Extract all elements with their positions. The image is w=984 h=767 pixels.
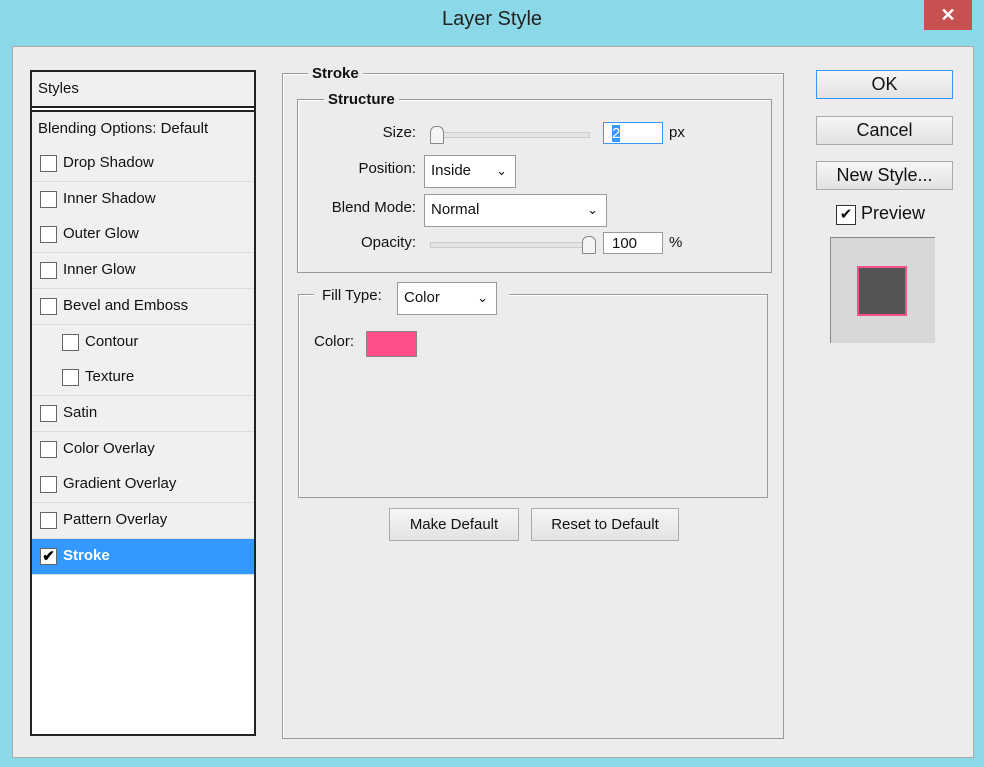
fill-type-label: Fill Type: (322, 287, 382, 304)
checkbox[interactable] (40, 226, 57, 244)
styles-header[interactable]: Styles (32, 72, 254, 108)
style-item-label: Pattern Overlay (63, 511, 168, 528)
style-item-label: Contour (85, 332, 139, 350)
style-item-texture[interactable]: Texture (32, 360, 254, 397)
style-item-label: Texture (85, 368, 135, 386)
style-item-satin[interactable]: Satin (32, 395, 254, 432)
color-label: Color: (314, 333, 355, 350)
blend-mode-value: Normal (431, 201, 480, 218)
styles-list: Styles Blending Options: Default Drop Sh… (30, 70, 256, 736)
size-unit: px (669, 124, 685, 141)
checkbox[interactable] (40, 190, 57, 208)
style-item-inner-shadow[interactable]: Inner Shadow (32, 181, 254, 218)
size-input[interactable]: 2 (603, 122, 663, 144)
blending-options[interactable]: Blending Options: Default (32, 110, 254, 148)
fill-type-select[interactable]: Color ⌄ (397, 282, 497, 315)
style-item-label: Bevel and Emboss (63, 296, 189, 314)
checkbox[interactable] (40, 512, 57, 529)
opacity-slider[interactable] (430, 242, 590, 248)
style-item-label: Outer Glow (63, 225, 139, 243)
color-swatch[interactable] (366, 331, 417, 357)
style-item-label: Inner Shadow (63, 189, 156, 207)
close-button[interactable]: ✕ (924, 0, 972, 30)
style-item-label: Drop Shadow (63, 154, 154, 171)
style-item-inner-glow[interactable]: Inner Glow (32, 253, 254, 290)
checkbox[interactable] (40, 404, 57, 422)
position-value: Inside (431, 162, 472, 179)
preview-square (857, 266, 907, 316)
style-item-label: Satin (63, 403, 98, 421)
position-label: Position: (358, 160, 416, 177)
opacity-unit: % (669, 234, 683, 251)
opacity-label: Opacity: (360, 234, 416, 251)
checkbox[interactable] (40, 297, 57, 315)
fill-type-value: Color (404, 289, 440, 306)
checkbox[interactable] (40, 440, 57, 458)
checkbox[interactable] (40, 262, 57, 280)
style-item-label: Gradient Overlay (63, 475, 177, 493)
cancel-button[interactable]: Cancel (816, 116, 953, 145)
blend-mode-label: Blend Mode: (331, 199, 416, 216)
size-slider-thumb[interactable] (430, 126, 444, 144)
chevron-down-icon: ⌄ (587, 202, 598, 217)
checkbox[interactable] (40, 155, 57, 172)
opacity-input[interactable]: 100 (603, 232, 663, 254)
new-style-button[interactable]: New Style... (816, 161, 953, 190)
style-item-label: Stroke (63, 546, 110, 564)
style-item-label: Inner Glow (63, 261, 136, 279)
blend-mode-select[interactable]: Normal ⌄ (424, 194, 607, 227)
window-title: Layer Style (441, 8, 543, 30)
style-item-label: Color Overlay (63, 439, 155, 457)
style-item-bevel-and-emboss[interactable]: Bevel and Emboss (32, 288, 254, 325)
position-select[interactable]: Inside ⌄ (424, 155, 516, 188)
style-item-gradient-overlay[interactable]: Gradient Overlay (32, 467, 254, 504)
preview-thumbnail (830, 237, 935, 343)
fill-type-group (298, 294, 768, 498)
size-label: Size: (382, 124, 416, 141)
style-item-drop-shadow[interactable]: Drop Shadow (32, 146, 254, 182)
checkbox[interactable]: ✔ (40, 547, 57, 565)
chevron-down-icon: ⌄ (477, 290, 488, 305)
stroke-title: Stroke (308, 65, 363, 82)
checkbox[interactable] (40, 476, 57, 494)
make-default-button[interactable]: Make Default (389, 508, 519, 541)
reset-to-default-button[interactable]: Reset to Default (531, 508, 679, 541)
chevron-down-icon: ⌄ (496, 163, 507, 178)
preview-checkbox[interactable]: ✔ (836, 205, 856, 225)
style-item-outer-glow[interactable]: Outer Glow (32, 217, 254, 254)
checkbox[interactable] (62, 369, 79, 387)
preview-label: Preview (861, 203, 926, 223)
ok-button[interactable]: OK (816, 70, 953, 99)
opacity-slider-thumb[interactable] (582, 236, 596, 254)
style-item-pattern-overlay[interactable]: Pattern Overlay (32, 503, 254, 539)
style-item-color-overlay[interactable]: Color Overlay (32, 431, 254, 468)
style-item-stroke[interactable]: ✔ Stroke (32, 538, 254, 575)
checkbox[interactable] (62, 333, 79, 351)
size-slider[interactable] (430, 132, 590, 138)
structure-title: Structure (324, 91, 399, 108)
style-item-contour[interactable]: Contour (32, 324, 254, 361)
size-value: 2 (612, 125, 621, 142)
